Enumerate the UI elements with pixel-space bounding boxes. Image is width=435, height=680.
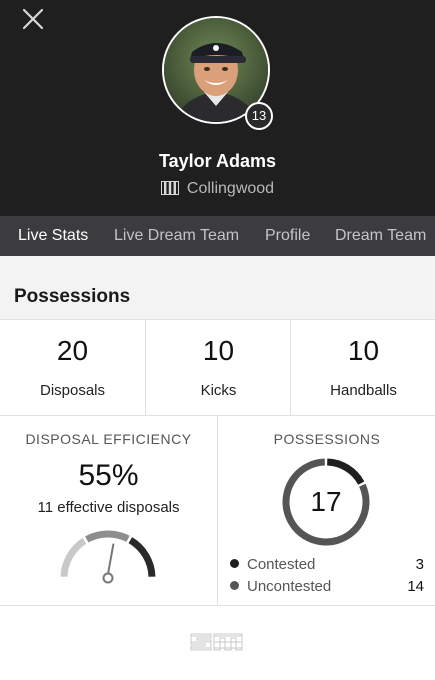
possessions-panel: POSSESSIONS 17 Contested 3 Uncontested 1… — [217, 416, 435, 605]
legend-label: Uncontested — [247, 578, 332, 595]
tab-bar: Live Stats Live Dream Team Profile Dream… — [0, 216, 435, 256]
gauge-pivot — [102, 572, 114, 584]
player-header: 13 Taylor Adams Collingwood — [0, 0, 435, 216]
tab-live-stats[interactable]: Live Stats — [18, 227, 88, 245]
legend-count: 3 — [415, 556, 424, 573]
stat-label: Disposals — [39, 382, 106, 399]
stat-label: Handballs — [330, 382, 397, 399]
tab-profile[interactable]: Profile — [265, 227, 310, 245]
gauge-needle — [107, 543, 115, 575]
legend-count: 14 — [407, 578, 424, 595]
player-number-badge: 13 — [245, 102, 273, 130]
collingwood-stripes-icon — [160, 181, 179, 195]
gauge-segment — [128, 537, 156, 577]
efficiency-gauge — [60, 530, 156, 584]
stat-disposals: 20 Disposals — [0, 320, 145, 416]
efficiency-value: 55% — [78, 459, 139, 492]
possession-stats-row: 20 Disposals 10 Kicks 10 Handballs — [0, 319, 435, 416]
disposal-efficiency-panel: DISPOSAL EFFICIENCY 55% 11 effective dis… — [0, 416, 217, 605]
legend-uncontested: Uncontested 14 — [230, 578, 424, 595]
stat-kicks: 10 Kicks — [145, 320, 291, 416]
sm-logo — [190, 633, 243, 651]
gauge-segment — [85, 530, 130, 543]
section-title: Possessions — [14, 286, 131, 307]
stat-value: 10 — [347, 335, 380, 366]
legend-contested: Contested 3 — [230, 556, 424, 573]
club-row: Collingwood — [0, 180, 435, 198]
tab-live-dream-team[interactable]: Live Dream Team — [114, 227, 239, 245]
legend-dot — [230, 581, 239, 590]
panel-title: POSSESSIONS — [273, 431, 381, 447]
close-icon[interactable] — [18, 4, 48, 34]
club-name: Collingwood — [186, 180, 275, 197]
footer — [0, 606, 435, 680]
player-name: Taylor Adams — [158, 151, 277, 171]
tab-dream-team[interactable]: Dream Team — [335, 227, 426, 245]
detail-panels: DISPOSAL EFFICIENCY 55% 11 effective dis… — [0, 416, 435, 606]
stat-label: Kicks — [200, 382, 237, 399]
stat-value: 10 — [202, 335, 235, 366]
stat-handballs: 10 Handballs — [290, 320, 435, 416]
possessions-total: 17 — [310, 486, 342, 517]
panel-title: DISPOSAL EFFICIENCY — [25, 431, 192, 447]
efficiency-subtitle: 11 effective disposals — [37, 499, 180, 516]
legend-label: Contested — [247, 556, 316, 573]
legend-dot — [230, 559, 239, 568]
gauge-segment — [60, 537, 87, 577]
stat-value: 20 — [56, 335, 89, 366]
